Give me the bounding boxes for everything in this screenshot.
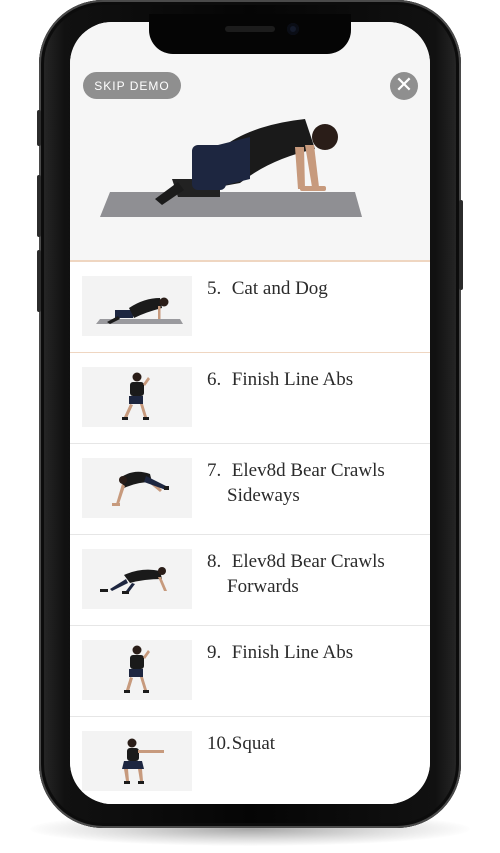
exercise-title: 5. Cat and Dog [207,278,328,299]
exercise-thumbnail [82,367,192,427]
power-button [459,200,463,290]
exercise-thumbnail [82,549,192,609]
exercise-title: 9. Finish Line Abs [207,642,354,663]
mute-switch [37,110,41,146]
exercise-thumbnail [82,276,192,336]
cat-dog-demo-figure [100,119,362,217]
exercise-thumbnail [82,731,192,791]
exercise-item-finish-line-abs-2[interactable]: 9. Finish Line Abs [70,626,430,717]
exercise-item-finish-line-abs[interactable]: 6. Finish Line Abs [70,353,430,444]
exercise-title: 10. Squat [207,733,276,754]
speaker [225,26,275,32]
exercise-item-cat-and-dog[interactable]: 5. Cat and Dog [70,260,430,354]
close-icon: ✕ [394,73,414,98]
exercise-title: 8. Elev8d Bear Crawls Forwards [207,551,385,597]
exercise-title: 7. Elev8d Bear Crawls Sideways [207,460,385,506]
exercise-thumbnail [82,458,192,518]
volume-up-button [37,175,41,237]
front-camera [287,23,299,35]
close-button[interactable]: ✕ [390,72,418,100]
exercise-item-bear-crawls-forwards[interactable]: 8. Elev8d Bear Crawls Forwards [70,535,430,626]
notch [149,14,351,54]
exercise-demo-video[interactable]: SKIP DEMO ✕ [70,22,430,260]
volume-down-button [37,250,41,312]
exercise-title: 6. Finish Line Abs [207,369,354,390]
exercise-item-bear-crawls-sideways[interactable]: 7. Elev8d Bear Crawls Sideways [70,444,430,535]
exercise-item-squat[interactable]: 10. Squat [70,717,430,804]
app-screen: SKIP DEMO ✕ 5. Cat and Dog 6. Finish Lin… [70,22,430,804]
exercise-thumbnail [82,640,192,700]
